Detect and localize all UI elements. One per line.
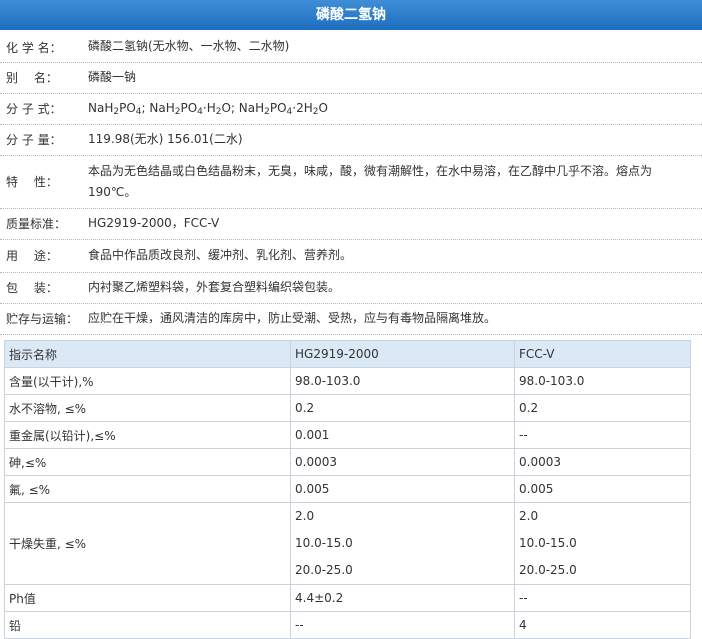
spec-table: 指示名称 HG2919-2000 FCC-V 含量(以干计),% 98.0-10…: [4, 340, 691, 639]
info-label: 贮存与运输：: [6, 312, 79, 326]
table-row: 铅 -- 4: [4, 611, 691, 639]
table-row: 氟, ≤% 0.005 0.005: [4, 475, 691, 503]
cell-name: 含量(以干计),%: [4, 367, 291, 395]
cell-hg: 2.0 10.0-15.0 20.0-25.0: [290, 502, 515, 585]
info-row-usage: 用 途： 食品中作品质改良剂、缓冲剂、乳化剂、营养剂。: [0, 240, 702, 273]
info-label: 别 名：: [6, 71, 58, 85]
info-value: 119.98(无水) 156.01(二水): [88, 132, 243, 146]
info-label: 用 途：: [6, 249, 58, 263]
info-label: 特 性：: [6, 175, 58, 189]
cell-fcc: 0.2: [514, 394, 691, 422]
info-label: 化 学 名：: [6, 41, 62, 55]
table-row-drying-loss: 干燥失重, ≤% 2.0 10.0-15.0 20.0-25.0 2.0 10.…: [4, 502, 691, 585]
cell-name: 砷,≤%: [4, 448, 291, 476]
info-value: 本品为无色结晶或白色结晶粉末，无臭，味咸，酸，微有潮解性，在水中易溶，在乙醇中几…: [88, 164, 653, 199]
cell-name: 氟, ≤%: [4, 475, 291, 503]
table-row: 重金属(以铅计),≤% 0.001 --: [4, 421, 691, 449]
cell-fcc: --: [514, 421, 691, 449]
info-label: 分 子 式：: [6, 102, 62, 116]
info-row-chemical-name: 化 学 名： 磷酸二氢钠(无水物、一水物、二水物): [0, 36, 702, 63]
info-row-packaging: 包 装： 内衬聚乙烯塑料袋，外套复合塑料编织袋包装。: [0, 273, 702, 304]
cell-hg: --: [290, 611, 515, 639]
info-row-properties: 特 性： 本品为无色结晶或白色结晶粉末，无臭，味咸，酸，微有潮解性，在水中易溶，…: [0, 156, 702, 209]
info-row-quality-standard: 质量标准： HG2919-2000，FCC-V: [0, 209, 702, 240]
cell-hg: 0.005: [290, 475, 515, 503]
info-value: HG2919-2000，FCC-V: [88, 216, 220, 230]
cell-name: 水不溶物, ≤%: [4, 394, 291, 422]
header-indicator: 指示名称: [4, 340, 291, 368]
cell-fcc-value: 20.0-25.0: [519, 563, 577, 577]
info-label: 质量标准：: [6, 217, 67, 231]
header-fcc: FCC-V: [514, 340, 691, 368]
cell-hg: 0.0003: [290, 448, 515, 476]
table-row: 水不溶物, ≤% 0.2 0.2: [4, 394, 691, 422]
table-row: 含量(以干计),% 98.0-103.0 98.0-103.0: [4, 367, 691, 395]
cell-fcc-value: 10.0-15.0: [519, 536, 577, 550]
table-header-row: 指示名称 HG2919-2000 FCC-V: [4, 340, 691, 368]
cell-fcc: 2.0 10.0-15.0 20.0-25.0: [514, 502, 691, 585]
info-value: 磷酸一钠: [88, 70, 137, 84]
cell-fcc: 0.0003: [514, 448, 691, 476]
cell-name: 干燥失重, ≤%: [4, 502, 291, 585]
info-label: 包 装：: [6, 281, 58, 295]
cell-name: 重金属(以铅计),≤%: [4, 421, 291, 449]
info-row-alias: 别 名： 磷酸一钠: [0, 63, 702, 94]
cell-fcc: 4: [514, 611, 691, 639]
info-label: 分 子 量：: [6, 133, 62, 147]
cell-hg: 0.001: [290, 421, 515, 449]
info-value: 应贮在干燥，通风清洁的库房中，防止受潮、受热，应与有毒物品隔离堆放。: [88, 311, 497, 325]
cell-fcc-value: 2.0: [519, 509, 539, 523]
info-value: 食品中作品质改良剂、缓冲剂、乳化剂、营养剂。: [88, 248, 353, 262]
table-row: Ph值 4.4±0.2 --: [4, 584, 691, 612]
cell-fcc: 98.0-103.0: [514, 367, 691, 395]
cell-fcc: 0.005: [514, 475, 691, 503]
cell-hg-value: 10.0-15.0: [295, 536, 353, 550]
info-value: 内衬聚乙烯塑料袋，外套复合塑料编织袋包装。: [88, 280, 341, 294]
cell-hg: 98.0-103.0: [290, 367, 515, 395]
info-row-storage: 贮存与运输： 应贮在干燥，通风清洁的库房中，防止受潮、受热，应与有毒物品隔离堆放…: [0, 304, 702, 335]
info-row-molecular-weight: 分 子 量： 119.98(无水) 156.01(二水): [0, 125, 702, 156]
cell-name: Ph值: [4, 584, 291, 612]
cell-hg: 4.4±0.2: [290, 584, 515, 612]
cell-hg-value: 2.0: [295, 509, 315, 523]
cell-name: 铅: [4, 611, 291, 639]
table-row: 砷,≤% 0.0003 0.0003: [4, 448, 691, 476]
page-title: 磷酸二氢钠: [0, 0, 702, 30]
cell-fcc: --: [514, 584, 691, 612]
header-hg: HG2919-2000: [290, 340, 515, 368]
info-row-formula: 分 子 式： NaH2PO4; NaH2PO4·H2O; NaH2PO4·2H2…: [0, 94, 702, 125]
info-value: 磷酸二氢钠(无水物、一水物、二水物): [88, 39, 290, 53]
cell-hg-value: 20.0-25.0: [295, 563, 353, 577]
formula-value: NaH2PO4; NaH2PO4·H2O; NaH2PO4·2H2O: [88, 101, 328, 117]
cell-hg: 0.2: [290, 394, 515, 422]
